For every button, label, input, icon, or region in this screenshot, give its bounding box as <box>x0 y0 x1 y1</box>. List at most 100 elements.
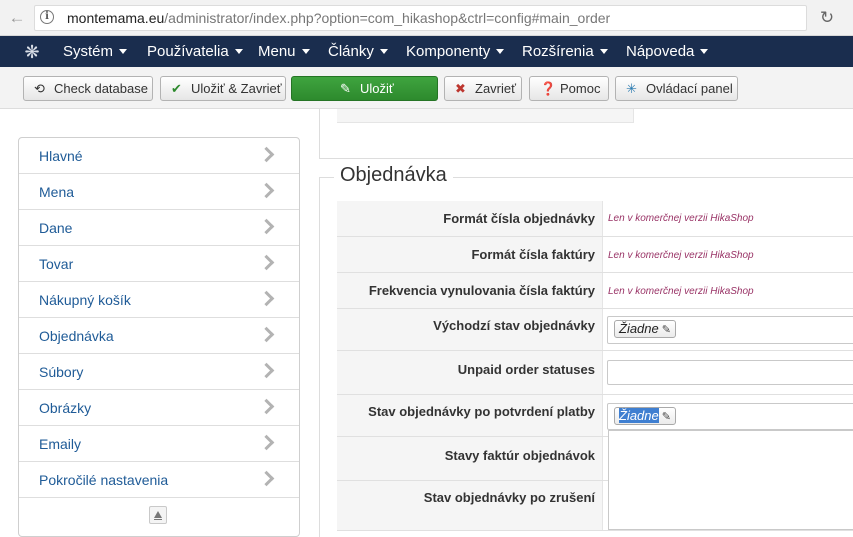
sidebar-item-cart[interactable]: Nákupný košík <box>19 282 299 318</box>
row-label-cell: Formát čísla faktúry <box>337 237 603 272</box>
row-label-cell: Východzí stav objednávky <box>337 309 603 350</box>
row-label-cell: Formát čísla objednávky <box>337 201 603 236</box>
admin-menubar: ❋ Systém Používatelia Menu Články Kompon… <box>0 36 853 67</box>
caret-down-icon <box>301 48 310 54</box>
chevron-right-icon <box>258 398 275 415</box>
caret-down-icon <box>700 48 709 54</box>
sidebar-item-label: Tovar <box>39 256 74 272</box>
sidebar-item-products[interactable]: Tovar <box>19 246 299 282</box>
menu-label: Rozšírenia <box>522 43 594 60</box>
row-label-cell: Stav objednávky po potvrdení platby <box>337 395 603 436</box>
help-button[interactable]: ❓ Pomoc <box>529 76 609 101</box>
sidebar-item-emails[interactable]: Emaily <box>19 426 299 462</box>
caret-down-icon <box>496 48 505 54</box>
menu-articles[interactable]: Články <box>328 36 388 67</box>
field-label: Stavy faktúr objednávok <box>444 448 595 463</box>
scroll-to-top-button[interactable] <box>149 506 167 524</box>
button-label: Pomoc <box>560 81 601 96</box>
commercial-note: Len v komerčnej verzii HikaShop <box>608 250 754 261</box>
menu-label: Menu <box>258 43 296 60</box>
previous-section-row <box>337 109 634 123</box>
sidebar-item-label: Mena <box>39 184 75 200</box>
chevron-right-icon <box>258 146 275 163</box>
pencil-icon[interactable]: ✎ <box>662 411 671 423</box>
row-order-number-format: Formát čísla objednávky Len v komerčnej … <box>337 201 853 237</box>
address-bar[interactable]: i montemama.eu/administrator/index.php?o… <box>34 5 807 31</box>
field-label: Formát čísla objednávky <box>443 211 595 226</box>
menu-label: Články <box>328 43 374 60</box>
menu-extensions[interactable]: Rozšírenia <box>522 36 608 67</box>
save-close-button[interactable]: ✔ Uložiť & Zavrieť <box>160 76 286 101</box>
chevron-right-icon <box>258 434 275 451</box>
chevron-right-icon <box>258 290 275 307</box>
sidebar-item-files[interactable]: Súbory <box>19 354 299 390</box>
button-label: Check database <box>54 81 148 96</box>
menu-help[interactable]: Nápoveda <box>626 36 709 67</box>
button-label: Ovládací panel <box>646 81 733 96</box>
sidebar-item-taxes[interactable]: Dane <box>19 210 299 246</box>
sidebar-item-currency[interactable]: Mena <box>19 174 299 210</box>
chip-label: Žiadne <box>619 321 659 336</box>
menu-users[interactable]: Používatelia <box>147 36 243 67</box>
pencil-icon[interactable]: ✎ <box>662 324 671 336</box>
sidebar-item-label: Obrázky <box>39 400 92 416</box>
row-label-cell: Unpaid order statuses <box>337 351 603 394</box>
status-dropdown-list[interactable] <box>608 430 853 530</box>
default-order-status-input[interactable]: Žiadne ✎ <box>607 316 853 344</box>
menu-system[interactable]: Systém <box>63 36 128 67</box>
sidebar-item-main[interactable]: Hlavné <box>19 138 299 174</box>
field-label: Stav objednávky po potvrdení platby <box>368 404 595 419</box>
close-button[interactable]: ✖ Zavrieť <box>444 76 522 101</box>
close-circle-icon: ✖ <box>455 81 466 96</box>
caret-down-icon <box>379 48 388 54</box>
chevron-right-icon <box>258 362 275 379</box>
sidebar-item-label: Pokročilé nastavenia <box>39 472 169 488</box>
menu-label: Systém <box>63 43 114 60</box>
chevron-right-icon <box>258 470 275 487</box>
button-label: Uložiť & Zavrieť <box>191 81 282 96</box>
caret-down-icon <box>234 48 243 54</box>
menu-label: Používatelia <box>147 43 229 60</box>
field-label: Frekvencia vynulovania čísla faktúry <box>368 283 595 298</box>
row-invoice-reset-frequency: Frekvencia vynulovania čísla faktúry Len… <box>337 273 853 309</box>
menu-components[interactable]: Komponenty <box>406 36 505 67</box>
scroll-up-icon <box>154 511 162 518</box>
back-arrow-icon[interactable]: ← <box>5 6 29 30</box>
sidebar-item-label: Objednávka <box>39 328 114 344</box>
status-after-payment-input[interactable]: Žiadne ✎ <box>607 403 853 430</box>
menu-menus[interactable]: Menu <box>258 36 310 67</box>
commercial-note: Len v komerčnej verzii HikaShop <box>608 213 754 224</box>
chevron-right-icon <box>258 254 275 271</box>
unpaid-order-statuses-input[interactable] <box>607 360 853 385</box>
info-icon[interactable]: i <box>40 10 54 24</box>
status-chip[interactable]: Žiadne ✎ <box>614 320 676 338</box>
scroll-up-icon-bar <box>154 519 162 520</box>
sidebar-item-label: Nákupný košík <box>39 292 131 308</box>
action-toolbar: ⟲ Check database ✔ Uložiť & Zavrieť ✎ Ul… <box>0 67 853 109</box>
question-icon: ❓ <box>540 81 557 96</box>
dashboard-icon: ✳ <box>626 81 637 96</box>
sidebar-item-order[interactable]: Objednávka <box>19 318 299 354</box>
field-label: Stav objednávky po zrušení <box>423 490 595 505</box>
status-chip[interactable]: Žiadne ✎ <box>614 407 676 425</box>
caret-down-icon <box>599 48 608 54</box>
chip-label-selected: Žiadne <box>619 408 659 423</box>
save-button[interactable]: ✎ Uložiť <box>291 76 438 101</box>
button-label: Zavrieť <box>475 81 516 96</box>
field-label: Formát čísla faktúry <box>471 247 595 262</box>
url-path: /administrator/index.php?option=com_hika… <box>164 10 611 26</box>
row-invoice-number-format: Formát čísla faktúry Len v komerčnej ver… <box>337 237 853 273</box>
check-database-button[interactable]: ⟲ Check database <box>23 76 153 101</box>
button-label: Uložiť <box>360 81 394 96</box>
field-label: Východzí stav objednávky <box>433 318 595 333</box>
joomla-logo-icon[interactable]: ❋ <box>22 42 42 62</box>
menu-label: Nápoveda <box>626 43 695 60</box>
sidebar-item-advanced[interactable]: Pokročilé nastavenia <box>19 462 299 498</box>
edit-icon: ✎ <box>340 81 351 96</box>
control-panel-button[interactable]: ✳ Ovládací panel <box>615 76 738 101</box>
checkmark-icon: ✔ <box>171 81 182 96</box>
section-legend: Objednávka <box>334 164 453 187</box>
reload-icon[interactable]: ↻ <box>815 6 839 30</box>
sidebar-item-images[interactable]: Obrázky <box>19 390 299 426</box>
sidebar-item-label: Emaily <box>39 436 82 452</box>
